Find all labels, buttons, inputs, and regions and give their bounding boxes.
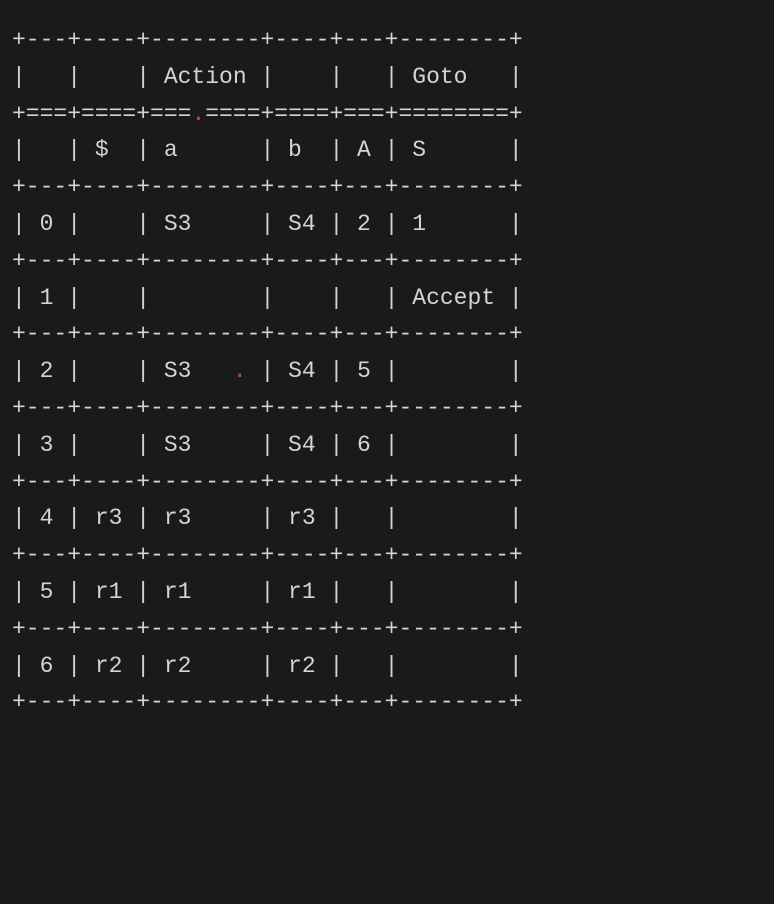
parsing-table: +---+----+--------+----+---+--------+ | … — [0, 0, 774, 743]
